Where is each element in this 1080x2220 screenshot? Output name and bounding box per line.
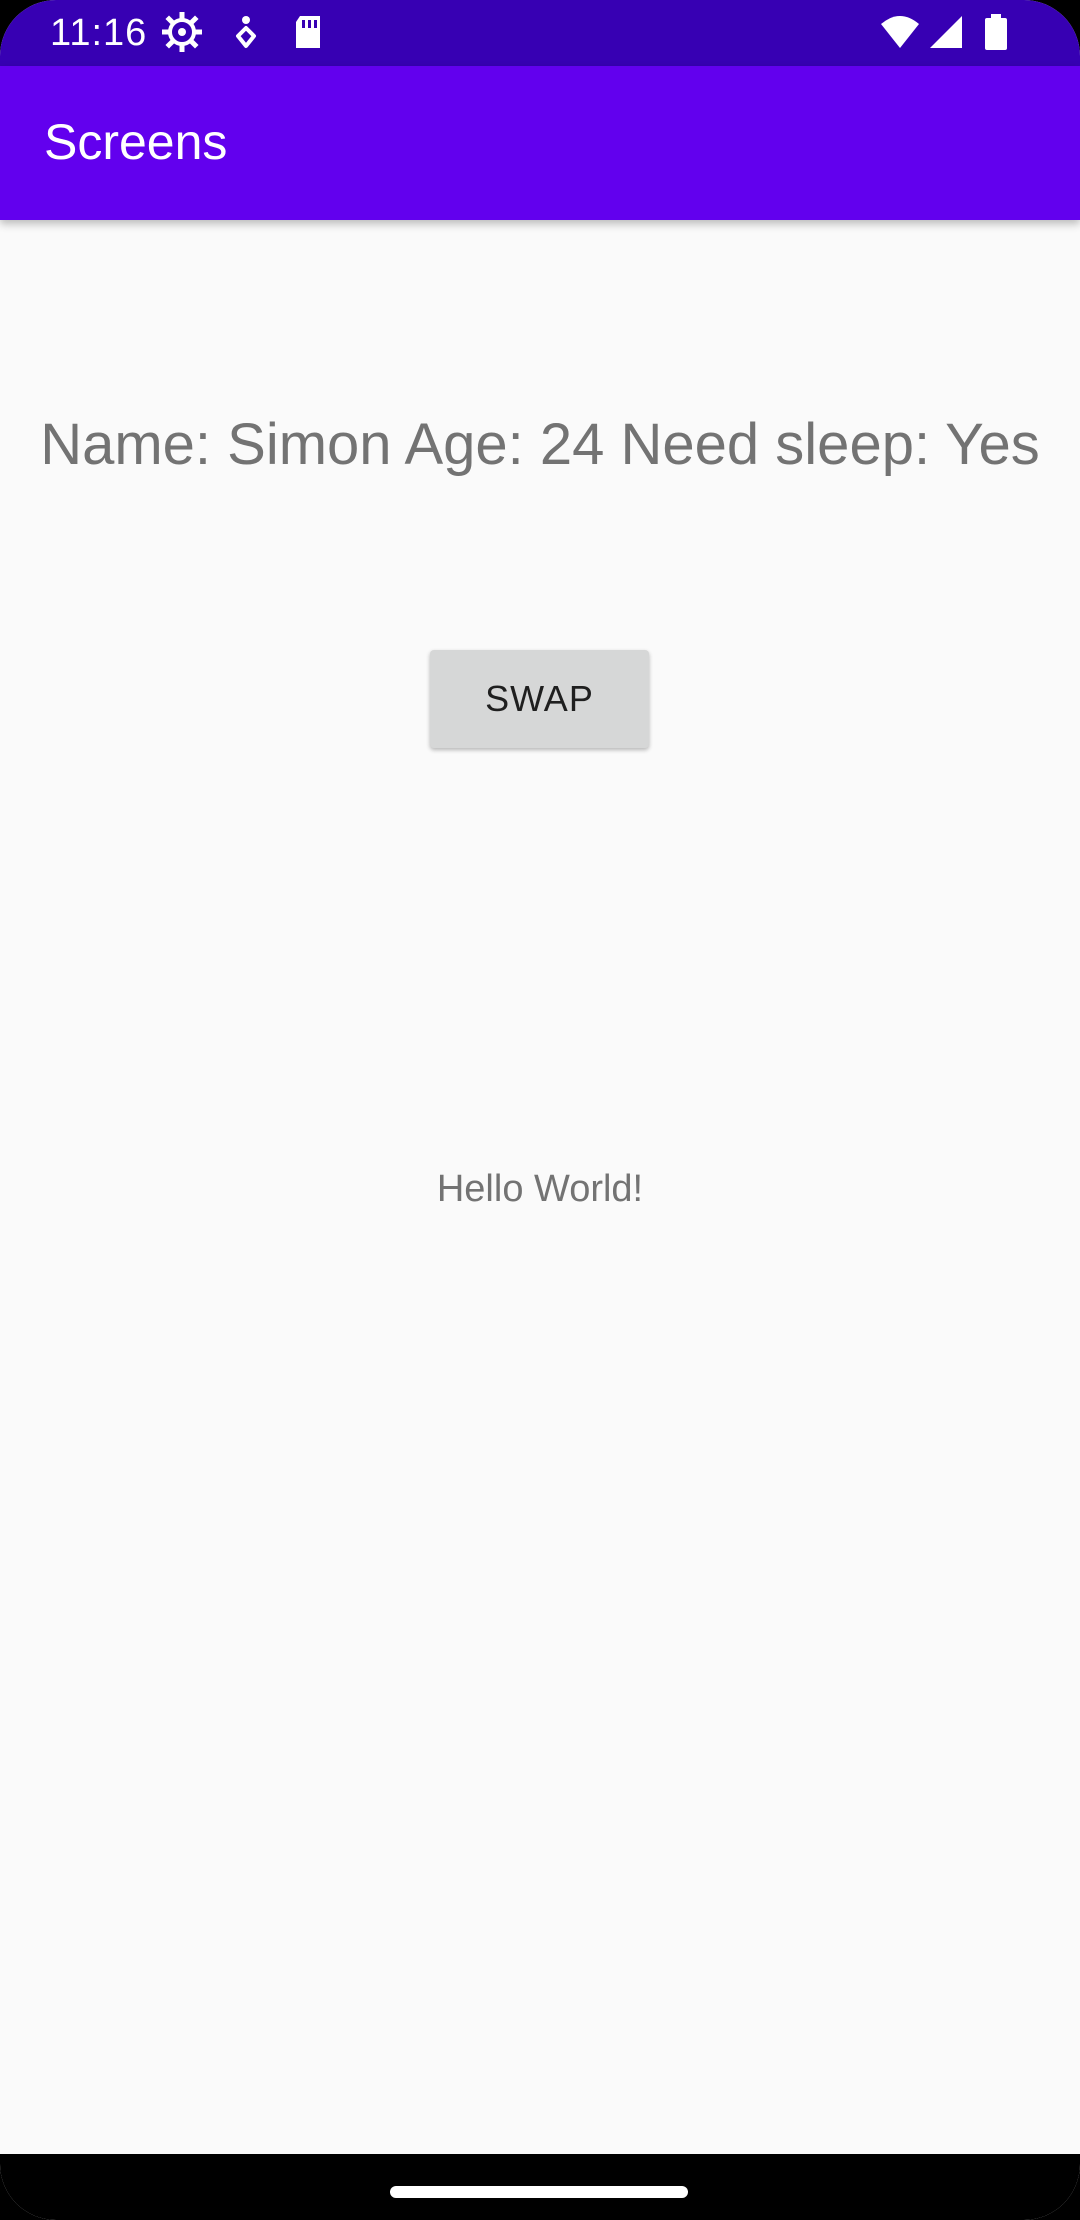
navigation-bar bbox=[0, 2154, 1080, 2220]
accessibility-icon bbox=[236, 16, 256, 48]
signal-icon bbox=[930, 16, 962, 48]
sd-card-icon bbox=[296, 16, 320, 48]
settings-icon bbox=[162, 12, 202, 52]
person-info-text: Name: Simon Age: 24 Need sleep: Yes bbox=[40, 412, 1040, 477]
swap-button[interactable]: SWAP bbox=[430, 650, 649, 748]
wifi-icon bbox=[881, 16, 919, 48]
status-time: 11:16 bbox=[50, 12, 148, 54]
app-screen: 11:16 Screens Name: Simon Age: 24 Need s… bbox=[0, 0, 1080, 2220]
status-bar: 11:16 bbox=[0, 0, 1080, 66]
home-gesture-handle[interactable] bbox=[390, 2186, 688, 2198]
battery-icon bbox=[985, 14, 1007, 50]
hello-world-text: Hello World! bbox=[436, 1168, 644, 1210]
app-title: Screens bbox=[44, 114, 228, 170]
app-bar: Screens bbox=[0, 66, 1080, 220]
